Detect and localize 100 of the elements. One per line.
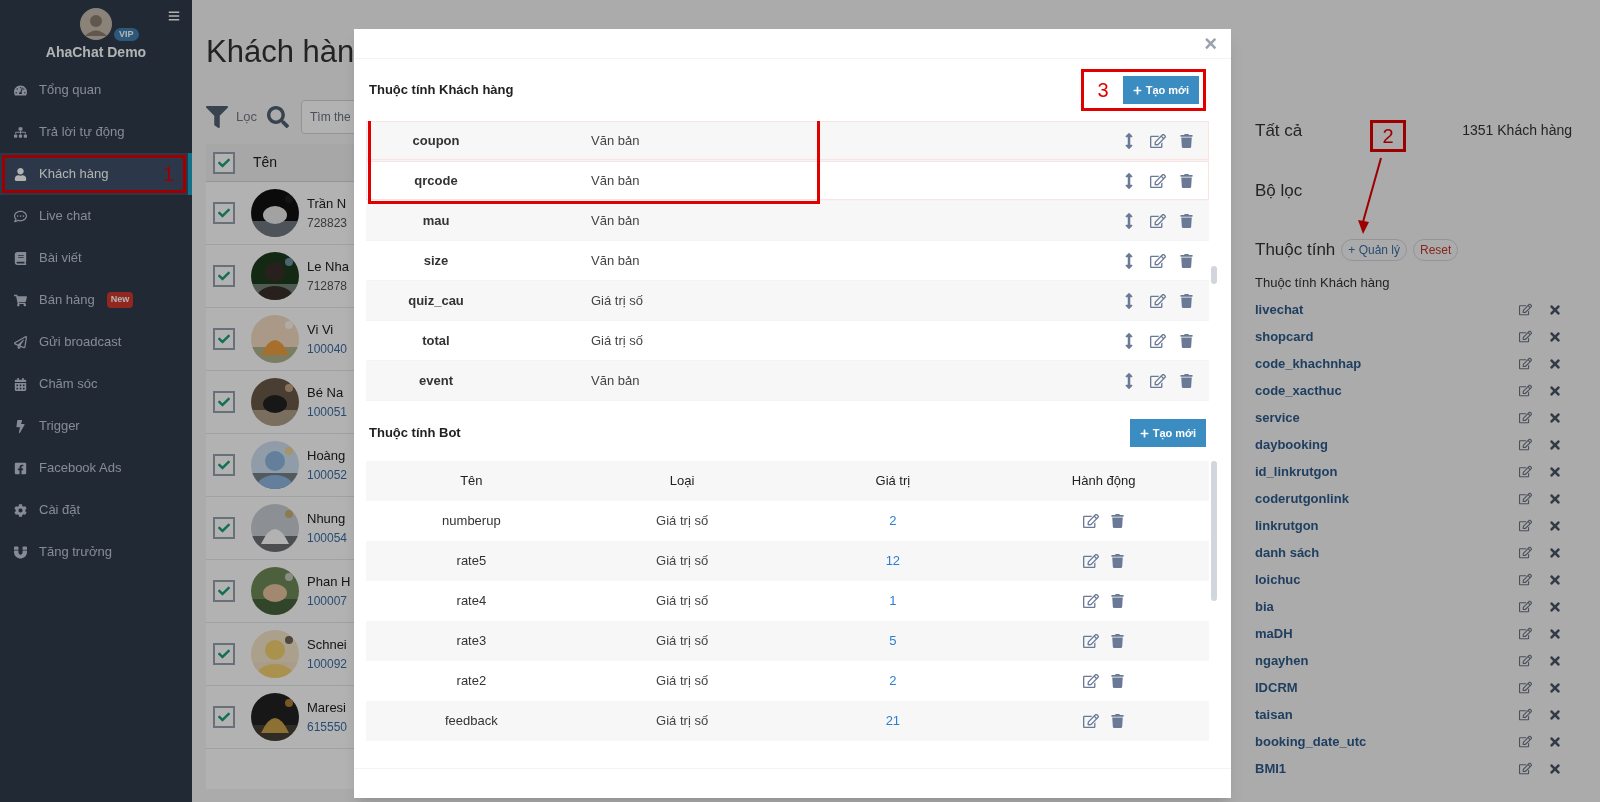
attribute-link[interactable]: linkrutgon — [1255, 515, 1519, 536]
edit-icon[interactable] — [1150, 212, 1166, 229]
delete-icon[interactable] — [1111, 714, 1125, 728]
checkbox[interactable] — [213, 580, 235, 602]
edit-icon[interactable] — [1083, 673, 1100, 689]
edit-icon[interactable] — [1150, 172, 1166, 189]
create-button[interactable]: Tạo mới — [1122, 76, 1199, 104]
attribute-link[interactable]: coderutgonlink — [1255, 488, 1519, 509]
edit-icon[interactable] — [1519, 573, 1532, 586]
close-icon[interactable] — [1548, 707, 1562, 722]
sidebar-item[interactable]: Chăm sóc — [0, 363, 192, 405]
customer-name[interactable]: Phan H — [307, 572, 351, 592]
customer-name[interactable]: Bé Na — [307, 383, 348, 403]
delete-icon[interactable] — [1180, 293, 1193, 308]
attribute-value[interactable]: 5 — [787, 631, 999, 651]
attribute-link[interactable]: service — [1255, 407, 1519, 428]
edit-icon[interactable] — [1519, 654, 1532, 667]
attribute-link[interactable]: ngayhen — [1255, 650, 1519, 671]
close-icon[interactable] — [1548, 545, 1562, 560]
edit-icon[interactable] — [1519, 492, 1532, 505]
all-label[interactable]: Tất cả — [1255, 118, 1303, 144]
close-icon[interactable] — [1548, 761, 1562, 776]
edit-icon[interactable] — [1519, 762, 1532, 775]
attribute-value[interactable]: 1 — [787, 591, 999, 611]
attribute-link[interactable]: BMI1 — [1255, 758, 1519, 779]
close-icon[interactable] — [1548, 437, 1562, 452]
customer-name[interactable]: Hoàng — [307, 446, 348, 466]
edit-icon[interactable] — [1150, 372, 1166, 389]
sidebar-item[interactable]: Facebook Ads — [0, 447, 192, 489]
edit-icon[interactable] — [1519, 600, 1532, 613]
close-icon[interactable] — [1548, 599, 1562, 614]
edit-icon[interactable] — [1519, 438, 1532, 451]
attribute-link[interactable]: taisan — [1255, 704, 1519, 725]
edit-icon[interactable] — [1519, 411, 1532, 424]
attribute-link[interactable]: livechat — [1255, 299, 1519, 320]
sidebar-item[interactable]: Live chat — [0, 195, 192, 237]
sidebar-item[interactable]: Bán hàng New — [0, 279, 192, 321]
attribute-value[interactable]: 2 — [787, 511, 999, 531]
delete-icon[interactable] — [1111, 594, 1125, 608]
customer-name[interactable]: Vi Vi — [307, 320, 348, 340]
checkbox[interactable] — [213, 328, 235, 350]
sidebar-item[interactable]: Khách hàng 1 — [0, 153, 192, 195]
checkbox[interactable] — [213, 151, 235, 174]
customer-name[interactable]: Maresi — [307, 698, 348, 718]
attribute-link[interactable]: bia — [1255, 596, 1519, 617]
edit-icon[interactable] — [1150, 252, 1166, 269]
delete-icon[interactable] — [1111, 554, 1125, 568]
delete-icon[interactable] — [1180, 133, 1193, 148]
sidebar-item[interactable]: Trigger — [0, 405, 192, 447]
attribute-value[interactable]: 2 — [787, 671, 999, 691]
delete-icon[interactable] — [1180, 253, 1193, 268]
filter-label[interactable]: Lọc — [236, 107, 257, 127]
attribute-link[interactable]: booking_date_utc — [1255, 731, 1519, 752]
edit-icon[interactable] — [1519, 708, 1532, 721]
close-icon[interactable] — [1548, 302, 1562, 317]
attribute-link[interactable]: code_xacthuc — [1255, 380, 1519, 401]
checkbox[interactable] — [213, 643, 235, 665]
edit-icon[interactable] — [1519, 357, 1532, 370]
delete-icon[interactable] — [1180, 213, 1193, 228]
delete-icon[interactable] — [1180, 173, 1193, 188]
close-icon[interactable] — [1548, 464, 1562, 479]
delete-icon[interactable] — [1180, 373, 1193, 388]
attribute-link[interactable]: maDH — [1255, 623, 1519, 644]
delete-icon[interactable] — [1180, 333, 1193, 348]
close-icon[interactable] — [1548, 680, 1562, 695]
sidebar-item[interactable]: Bài viết — [0, 237, 192, 279]
close-icon[interactable] — [1548, 626, 1562, 641]
edit-icon[interactable] — [1150, 292, 1166, 309]
attribute-link[interactable]: loichuc — [1255, 569, 1519, 590]
edit-icon[interactable] — [1083, 513, 1100, 529]
close-icon[interactable] — [1548, 410, 1562, 425]
edit-icon[interactable] — [1150, 332, 1166, 349]
edit-icon[interactable] — [1519, 681, 1532, 694]
attribute-link[interactable]: code_khachnhap — [1255, 353, 1519, 374]
attribute-link[interactable]: id_linkrutgon — [1255, 461, 1519, 482]
attribute-value[interactable]: 21 — [787, 711, 999, 731]
sidebar-item[interactable]: Cài đặt — [0, 489, 192, 531]
edit-icon[interactable] — [1519, 735, 1532, 748]
checkbox[interactable] — [213, 202, 235, 224]
close-icon[interactable] — [1548, 734, 1562, 749]
sidebar-item[interactable]: Trả lời tự động — [0, 111, 192, 153]
sidebar-item[interactable]: Tổng quan — [0, 69, 192, 111]
sidebar-item[interactable]: Tăng trưởng — [0, 531, 192, 573]
sidebar-item[interactable]: Gửi broadcast — [0, 321, 192, 363]
customer-name[interactable]: Schnei — [307, 635, 348, 655]
create-button[interactable]: Tạo mới — [1129, 419, 1206, 447]
attribute-value[interactable]: 12 — [787, 551, 999, 571]
edit-icon[interactable] — [1083, 633, 1100, 649]
close-icon[interactable] — [1548, 356, 1562, 371]
checkbox[interactable] — [213, 265, 235, 287]
customer-name[interactable]: Trần N — [307, 194, 348, 214]
edit-icon[interactable] — [1519, 384, 1532, 397]
filter-icon[interactable] — [206, 106, 228, 128]
checkbox[interactable] — [213, 517, 235, 539]
edit-icon[interactable] — [1150, 132, 1166, 149]
attribute-link[interactable]: shopcard — [1255, 326, 1519, 347]
close-button[interactable]: × — [1204, 32, 1217, 55]
edit-icon[interactable] — [1519, 519, 1532, 532]
edit-icon[interactable] — [1083, 553, 1100, 569]
menu-icon[interactable] — [168, 10, 180, 22]
